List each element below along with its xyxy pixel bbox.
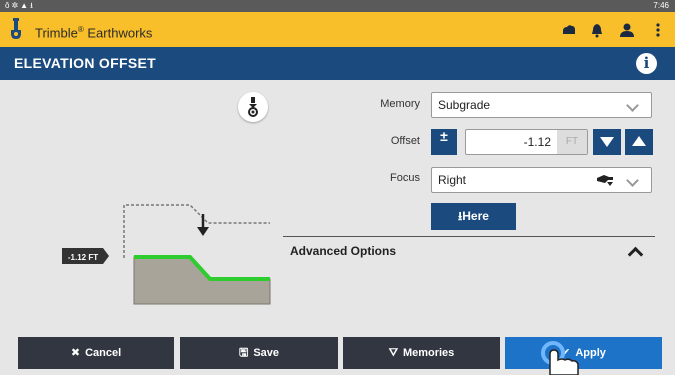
memory-select[interactable]: Subgrade: [431, 92, 652, 118]
focus-select[interactable]: Right: [431, 167, 652, 193]
warning-icon: ▲: [20, 1, 31, 10]
focus-value: Right: [438, 173, 467, 187]
advanced-options-title[interactable]: Advanced Options: [290, 244, 396, 258]
save-button[interactable]: 🖫 Save: [180, 337, 338, 369]
offset-arrow-head: [197, 227, 209, 236]
memories-button[interactable]: ⛛ Memories: [343, 337, 500, 369]
memories-label: Memories: [402, 347, 455, 359]
status-icons: ǒ✲▲⭳: [5, 0, 35, 12]
info-button[interactable]: i: [636, 53, 657, 74]
cloud-icon[interactable]: [561, 22, 577, 38]
offset-value: -1.12: [523, 135, 551, 149]
offset-unit: FT: [557, 130, 587, 154]
cancel-button[interactable]: ✖ Cancel: [18, 337, 174, 369]
pointer-hand-icon: [541, 341, 579, 375]
design-profile-line: [123, 204, 270, 258]
blade-right-icon: [597, 175, 613, 186]
chevron-down-icon: [626, 174, 639, 187]
status-time: 7:46: [653, 1, 669, 10]
arrow-down-icon: [600, 137, 614, 147]
memory-value: Subgrade: [438, 98, 491, 112]
here-button[interactable]: ⭳Here: [431, 203, 516, 230]
memories-icon: ⛛: [388, 347, 398, 359]
app-title: Trimble® Earthworks: [35, 12, 152, 50]
page-title: ELEVATION OFFSET: [14, 55, 156, 71]
offset-input[interactable]: -1.12 FT: [465, 129, 588, 155]
trimble-logo-icon: [11, 18, 21, 39]
app-title-brand: Trimble: [35, 25, 78, 41]
divider: [283, 236, 655, 237]
notification-icon[interactable]: [589, 22, 605, 38]
more-icon[interactable]: [650, 22, 666, 38]
focus-label: Focus: [390, 172, 420, 184]
app-title-suffix: Earthworks: [83, 25, 153, 41]
download-icon: ⭳: [30, 1, 35, 10]
save-label: Save: [253, 347, 280, 359]
app-bar: Trimble® Earthworks: [0, 12, 675, 47]
here-label: Here: [462, 209, 489, 223]
memory-label: Memory: [380, 98, 420, 110]
arrow-up-icon: [632, 136, 646, 146]
decrement-button[interactable]: [593, 129, 621, 155]
plus-minus-button[interactable]: ±: [431, 129, 457, 155]
close-icon: ✖: [70, 347, 81, 359]
chevron-up-icon[interactable]: [627, 246, 644, 263]
increment-button[interactable]: [625, 129, 653, 155]
offset-label: Offset: [390, 135, 420, 147]
user-icon[interactable]: [619, 22, 635, 38]
page-header: ELEVATION OFFSET i: [0, 47, 675, 80]
elevation-diagram: [62, 204, 271, 305]
chevron-down-icon: [626, 99, 639, 112]
offset-tag-label: -1.12 FT: [67, 253, 99, 262]
save-icon: 🖫: [238, 347, 249, 359]
settings-icon: ✲: [11, 1, 21, 10]
status-bar: ǒ✲▲⭳ 7:46: [0, 0, 675, 12]
cancel-label: Cancel: [85, 347, 122, 359]
